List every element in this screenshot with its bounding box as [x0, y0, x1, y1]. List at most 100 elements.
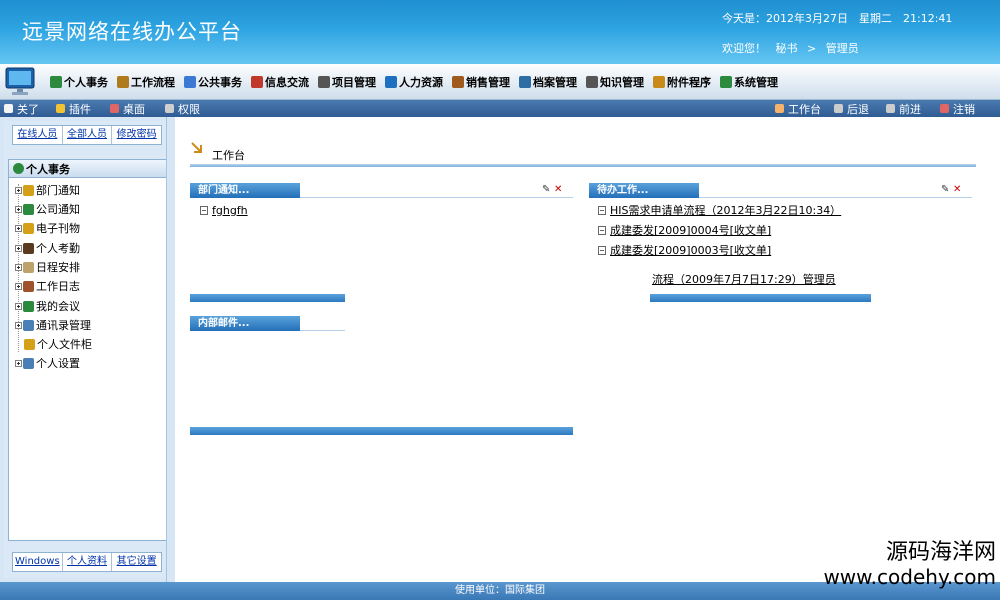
toolbar-plugin-button[interactable]: 插件 — [56, 101, 91, 116]
app-header: 远景网络在线办公平台 今天是：2012年3月27日 星期二 21:12:41 欢… — [0, 0, 1000, 64]
tree-item-contacts[interactable]: 通讯录管理 — [15, 317, 91, 333]
watermark-title: 源码海洋网 — [885, 540, 996, 565]
tab-other-settings[interactable]: 其它设置 — [112, 553, 161, 571]
archive-icon — [519, 76, 531, 88]
tree-item-dept-notice[interactable]: 部门通知 — [15, 182, 80, 198]
plugin-icon — [56, 104, 65, 113]
tab-profile[interactable]: 个人资料 — [63, 553, 113, 571]
edit-icon[interactable]: ✎ — [542, 185, 551, 195]
todo-item: 成建委发[2009]0004号[收文单] — [598, 223, 771, 237]
toolbar-permission-button[interactable]: 权限 — [165, 101, 200, 116]
navigation-tree: 个人事务 部门通知 公司通知 电子刊物 个人考勤 日程安排 工作日志 我的会议 … — [8, 159, 168, 541]
folder-icon — [23, 222, 34, 234]
tree-item-file-cabinet[interactable]: 个人文件柜 — [24, 336, 92, 352]
tree-item-personal-settings[interactable]: 个人设置 — [15, 355, 80, 371]
toolbar-forward-button[interactable]: 前进 — [886, 101, 921, 116]
menu-workflow[interactable]: 工作流程 — [117, 74, 175, 90]
workflow-icon — [117, 76, 129, 88]
expand-icon[interactable] — [15, 302, 22, 310]
tab-all-users[interactable]: 全部人员 — [63, 126, 113, 144]
welcome-text: 欢迎您！ — [722, 42, 766, 55]
toolbar-back-button[interactable]: 后退 — [834, 101, 869, 116]
welcome-line: 欢迎您！ 秘书 > 管理员 — [722, 40, 865, 56]
tab-change-password[interactable]: 修改密码 — [112, 126, 161, 144]
calendar-icon — [23, 261, 34, 273]
menu-system-management[interactable]: 系统管理 — [720, 74, 778, 90]
sidebar-splitter[interactable] — [166, 117, 175, 582]
toolbar-logout-button[interactable]: 注销 — [940, 101, 975, 116]
menu-personal-affairs[interactable]: 个人事务 — [50, 74, 108, 90]
public-icon — [184, 76, 196, 88]
todo-link[interactable]: 流程（2009年7月7日17:29）管理员 — [652, 271, 836, 287]
toolbar-workbench-button[interactable]: 工作台 — [775, 101, 821, 116]
todo-panel-header: 待办工作... ✎ ✕ — [589, 183, 972, 198]
expand-icon[interactable] — [15, 224, 22, 232]
contacts-icon — [23, 319, 34, 331]
menu-attachment-programs[interactable]: 附件程序 — [653, 74, 711, 90]
tree-item-company-notice[interactable]: 公司通知 — [15, 201, 80, 217]
tree-item-my-meetings[interactable]: 我的会议 — [15, 298, 80, 314]
document-icon — [598, 225, 606, 235]
toolbar-close-button[interactable]: 关了 — [4, 101, 39, 116]
expand-icon[interactable] — [15, 263, 22, 271]
user-role: 秘书 — [775, 42, 798, 55]
main-menu-bar: 个人事务 工作流程 公共事务 信息交流 项目管理 人力资源 销售管理 档案管理 … — [0, 64, 1000, 100]
tree-header[interactable]: 个人事务 — [9, 160, 167, 178]
todo-item: HIS需求申请单流程（2012年3月22日10:34） — [598, 203, 841, 217]
expand-icon[interactable] — [15, 321, 22, 329]
attachment-icon — [653, 76, 665, 88]
expand-icon[interactable] — [15, 186, 22, 194]
mail-panel-title[interactable]: 内部邮件... — [190, 316, 300, 331]
sidebar-inner: 在线人员 全部人员 修改密码 个人事务 部门通知 公司通知 电子刊物 个人考勤 … — [4, 121, 168, 578]
attendance-icon — [23, 242, 34, 254]
todo-panel-title[interactable]: 待办工作... — [589, 183, 699, 198]
meeting-icon — [23, 300, 34, 312]
toolbar-desktop-button[interactable]: 桌面 — [110, 101, 145, 116]
todo-item: 流程（2009年7月7日17:29）管理员 — [652, 272, 836, 286]
menu-knowledge-management[interactable]: 知识管理 — [586, 74, 644, 90]
menu-public-affairs[interactable]: 公共事务 — [184, 74, 242, 90]
dept-notice-link[interactable]: fghgfh — [212, 204, 248, 217]
people-icon — [385, 76, 397, 88]
system-icon — [720, 76, 732, 88]
tree-item-work-log[interactable]: 工作日志 — [15, 278, 80, 294]
menu-project-management[interactable]: 项目管理 — [318, 74, 376, 90]
megaphone-icon — [23, 184, 34, 196]
expand-icon[interactable] — [15, 359, 22, 367]
todo-link[interactable]: HIS需求申请单流程（2012年3月22日10:34） — [610, 202, 841, 218]
tree-item-e-publication[interactable]: 电子刊物 — [15, 220, 80, 236]
menu-human-resources[interactable]: 人力资源 — [385, 74, 443, 90]
close-icon[interactable]: ✕ — [554, 185, 563, 195]
expand-icon[interactable] — [15, 244, 22, 252]
menu-archive-management[interactable]: 档案管理 — [519, 74, 577, 90]
title-divider — [190, 164, 976, 167]
menu-sales-management[interactable]: 销售管理 — [452, 74, 510, 90]
expand-icon[interactable] — [15, 282, 22, 290]
tree-item-attendance[interactable]: 个人考勤 — [15, 240, 80, 256]
dept-notice-panel-title[interactable]: 部门通知... — [190, 183, 300, 198]
tree-item-schedule[interactable]: 日程安排 — [15, 259, 80, 275]
menu-information-exchange[interactable]: 信息交流 — [251, 74, 309, 90]
date-time-display: 今天是：2012年3月27日 星期二 21:12:41 — [722, 12, 953, 25]
todo-item: 成建委发[2009]0003号[收文单] — [598, 243, 771, 257]
dept-notice-panel-header: 部门通知... ✎ ✕ — [190, 183, 573, 198]
expand-icon[interactable] — [15, 205, 22, 213]
settings-icon — [23, 357, 34, 369]
tab-windows[interactable]: Windows — [13, 553, 63, 571]
dept-notice-item: fghgfh — [200, 203, 248, 217]
cabinet-icon — [24, 338, 35, 350]
logout-icon — [940, 104, 949, 113]
watermark: 源码海洋网 www.codehy.com — [796, 540, 996, 588]
document-icon — [200, 205, 208, 215]
pencil-icon — [23, 280, 34, 292]
project-icon — [318, 76, 330, 88]
star-icon — [23, 203, 34, 215]
tab-online-users[interactable]: 在线人员 — [13, 126, 63, 144]
close-icon[interactable]: ✕ — [953, 185, 962, 195]
todo-link[interactable]: 成建委发[2009]0003号[收文单] — [610, 242, 771, 258]
app-title: 远景网络在线办公平台 — [22, 20, 242, 44]
edit-icon[interactable]: ✎ — [941, 185, 950, 195]
arrow-down-right-icon — [191, 142, 202, 153]
todo-link[interactable]: 成建委发[2009]0004号[收文单] — [610, 222, 771, 238]
person-icon — [50, 76, 62, 88]
